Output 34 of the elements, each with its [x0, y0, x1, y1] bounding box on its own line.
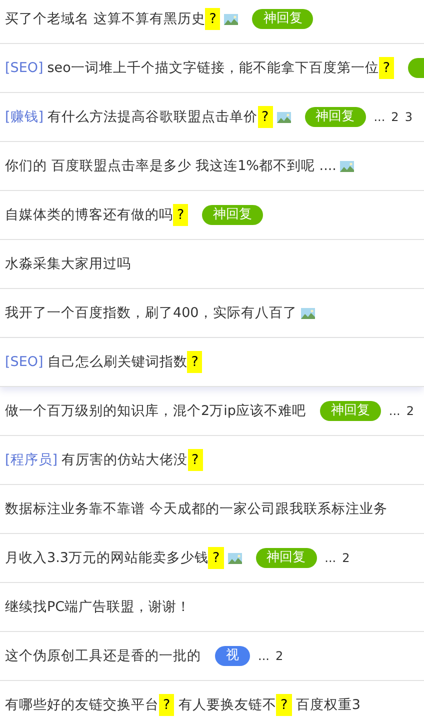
reply-badge: 视	[215, 646, 250, 666]
reply-badge: 神回复	[202, 205, 264, 225]
topic-title[interactable]: 水淼采集大家用过吗	[5, 255, 131, 273]
topic-title[interactable]: 有什么方法提高谷歌联盟点击单价 ?	[48, 106, 273, 128]
topic-title[interactable]: 买了个老域名 这算不算有黑历史 ?	[5, 8, 220, 30]
category-tag[interactable]: [程序员]	[5, 451, 58, 469]
topic-title[interactable]: 这个伪原创工具还是香的一批的	[5, 647, 201, 665]
topic-title[interactable]: seo一词堆上千个描文字链接，能不能拿下百度第一位 ?	[47, 57, 394, 79]
page-ellipsis: ...	[374, 110, 386, 124]
reply-badge: 神回复	[252, 9, 314, 29]
page-ellipsis: ...	[324, 551, 336, 565]
page-link[interactable]: 2	[406, 404, 414, 418]
topic-title[interactable]: 有厉害的仿站大佬没 ?	[62, 449, 203, 471]
topic-title[interactable]: 我开了一个百度指数，刷了400，实际有八百了	[5, 304, 297, 322]
page-link[interactable]: 2	[342, 551, 350, 565]
page-link[interactable]: 3	[404, 110, 412, 124]
topic-title[interactable]: 你们的 百度联盟点击率是多少 我这连1%都不到呢 ....	[5, 157, 336, 175]
category-tag[interactable]: [赚钱]	[5, 108, 44, 126]
topic-title[interactable]: 继续找PC端广告联盟，谢谢！	[5, 598, 191, 616]
page-ellipsis: ...	[258, 649, 270, 663]
page-link[interactable]: 2	[391, 110, 399, 124]
topic-title[interactable]: 自媒体类的博客还有做的吗 ?	[5, 204, 188, 226]
topic-title[interactable]: 做一个百万级别的知识库，混个2万ip应该不难吧	[5, 402, 306, 420]
topic-title[interactable]: 数据标注业务靠不靠谱 今天成都的一家公司跟我联系标注业务	[5, 500, 388, 518]
reply-badge: 神回复	[256, 548, 317, 568]
page-ellipsis: ...	[388, 404, 400, 418]
reply-badge: 神回复	[320, 401, 381, 421]
category-tag[interactable]: [SEO]	[5, 60, 44, 76]
topic-title[interactable]: 自己怎么刷关键词指数 ?	[47, 351, 202, 373]
reply-badge: 神回复	[304, 107, 366, 127]
page-link[interactable]: 2	[275, 649, 284, 663]
topic-title[interactable]: 月收入3.3万元的网站能卖多少钱 ?	[5, 547, 224, 569]
topic-title[interactable]: 有哪些好的友链交换平台 ? 有人要换友链不 ? 百度权重3	[5, 694, 361, 716]
category-tag[interactable]: [SEO]	[5, 354, 44, 370]
